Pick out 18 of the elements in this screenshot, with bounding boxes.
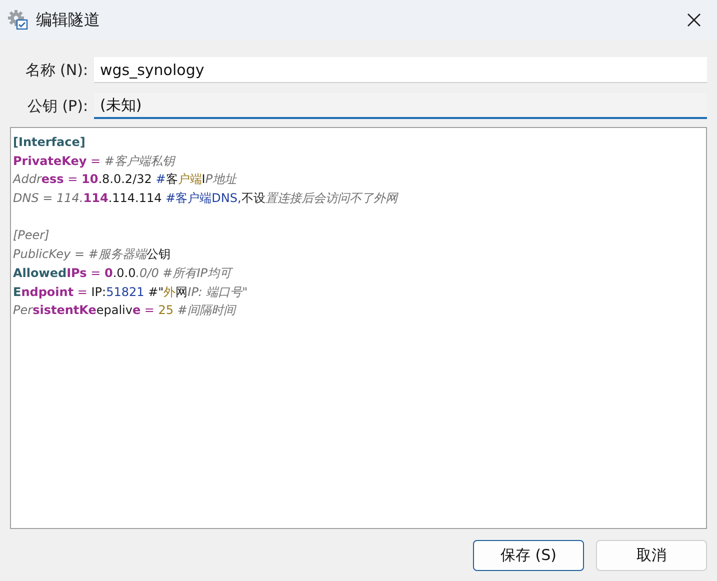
code-line: DNS = 114.114.114.114 #客户端DNS,不设置连接后会访问不了外网 <box>13 190 398 208</box>
dialog-button[interactable]: 取消 <box>596 540 707 571</box>
field-label: 名称 (N): <box>24 60 89 80</box>
code-line: [Interface] <box>13 134 86 151</box>
code-line: PersistentKeepalive = 25 #间隔时间 <box>13 302 236 320</box>
code-line: Address = 10.8.0.2/32 #客户端IP地址 <box>13 171 237 188</box>
window-title: 编辑隧道 <box>36 10 101 30</box>
code-line: [Peer] <box>13 227 50 244</box>
code-line: Endpoint = IP:51821 #"外网IP: 端口号" <box>13 284 248 300</box>
code-line: PrivateKey = #客户端私钥 <box>13 152 174 170</box>
gear-checkbox-icon <box>7 9 29 31</box>
field-label: 公钥 (P): <box>26 96 89 116</box>
close-icon[interactable] <box>686 12 702 28</box>
config-editor[interactable] <box>10 127 707 529</box>
dialog-button[interactable]: 保存 (S) <box>473 540 584 571</box>
code-line: AllowedIPs = 0.0.0.0/0 #所有IP均可 <box>13 264 232 282</box>
code-line: PublicKey = #服务器端公钥 <box>13 246 170 264</box>
input-field[interactable]: wgs_synology <box>94 57 707 83</box>
